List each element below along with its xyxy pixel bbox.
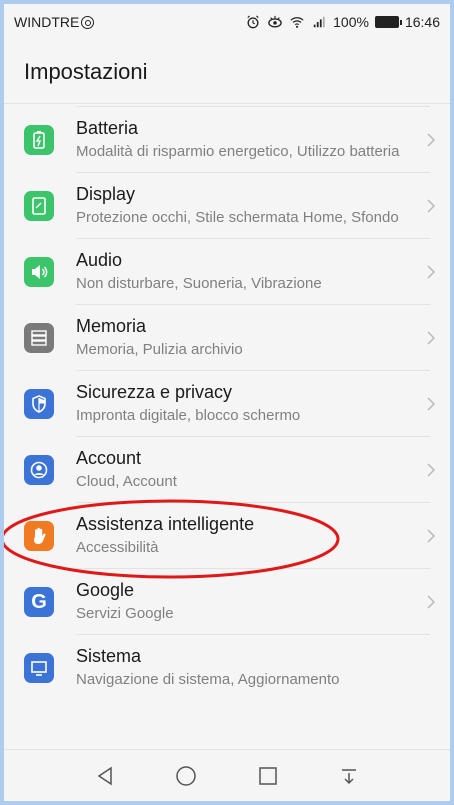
back-button[interactable] [91, 762, 119, 790]
chevron-right-icon [427, 331, 436, 345]
item-title: Google [76, 580, 135, 600]
alarm-icon [247, 15, 259, 29]
settings-item-google[interactable]: G Google Servizi Google [4, 569, 450, 635]
settings-item-memoria[interactable]: Memoria Memoria, Pulizia archivio [4, 305, 450, 371]
battery-icon [24, 125, 54, 155]
item-title: Audio [76, 250, 123, 270]
item-title: Assistenza intelligente [76, 514, 255, 534]
notification-shade-icon [342, 768, 357, 784]
page-title: Impostazioni [24, 58, 148, 84]
item-title: Account [76, 448, 142, 468]
settings-item-sicurezza[interactable]: Sicurezza e privacy Impronta digitale, b… [4, 371, 450, 437]
shield-icon [24, 389, 54, 419]
settings-item-audio[interactable]: Audio Non disturbare, Suoneria, Vibrazio… [4, 239, 450, 305]
item-subtitle: Accessibilità [76, 539, 159, 556]
recents-button[interactable] [254, 762, 282, 790]
chevron-right-icon [427, 133, 436, 147]
page-header: Impostazioni [4, 40, 450, 104]
item-subtitle: Protezione occhi, Stile schermata Home, … [76, 209, 399, 226]
google-icon: G [24, 587, 54, 617]
storage-icon [24, 323, 54, 353]
item-title: Display [76, 184, 136, 204]
speaker-icon [24, 257, 54, 287]
settings-list[interactable]: Batteria Modalità di risparmio energetic… [4, 106, 450, 700]
chevron-right-icon [427, 199, 436, 213]
chevron-right-icon [427, 397, 436, 411]
whatsapp-icon [81, 15, 95, 29]
home-button[interactable] [172, 762, 200, 790]
item-subtitle: Non disturbare, Suoneria, Vibrazione [76, 275, 322, 292]
settings-item-batteria[interactable]: Batteria Modalità di risparmio energetic… [4, 107, 450, 173]
item-title: Memoria [76, 316, 147, 336]
settings-item-account[interactable]: Account Cloud, Account [4, 437, 450, 503]
display-icon [24, 191, 54, 221]
chevron-right-icon [427, 529, 436, 543]
item-title: Sicurezza e privacy [76, 382, 233, 402]
item-title: Sistema [76, 646, 142, 666]
system-icon [24, 652, 54, 683]
item-subtitle: Cloud, Account [76, 473, 177, 490]
item-subtitle: Impronta digitale, blocco schermo [76, 407, 301, 424]
clock: 16:46 [404, 14, 440, 30]
home-icon [176, 765, 196, 786]
account-icon [24, 455, 54, 485]
back-icon [97, 766, 112, 785]
item-subtitle: Servizi Google [76, 605, 174, 622]
item-subtitle: Memoria, Pulizia archivio [76, 341, 243, 358]
eye-comfort-icon [268, 15, 282, 28]
battery-percentage: 100% [333, 14, 369, 30]
settings-item-display[interactable]: Display Protezione occhi, Stile schermat… [4, 173, 450, 239]
wifi-icon [290, 17, 304, 28]
carrier-label: WINDTRE [14, 14, 80, 30]
phone-screen: WINDTRE 100% 16:46 Impostazioni Batteria… [4, 4, 450, 801]
battery-status-icon [374, 16, 402, 28]
item-subtitle: Navigazione di sistema, Aggiornamento [76, 671, 340, 688]
settings-item-assistenza[interactable]: Assistenza intelligente Accessibilità [4, 503, 450, 569]
recents-icon [259, 766, 277, 785]
chevron-right-icon [427, 595, 436, 609]
settings-item-sistema[interactable]: Sistema Navigazione di sistema, Aggiorna… [4, 635, 450, 700]
notification-shade-button[interactable] [335, 762, 363, 790]
item-subtitle: Modalità di risparmio energetico, Utiliz… [76, 143, 400, 160]
hand-icon [24, 521, 54, 551]
item-title: Batteria [76, 118, 139, 138]
signal-icon [313, 16, 325, 28]
chevron-right-icon [427, 265, 436, 279]
navigation-bar [4, 749, 450, 801]
status-bar: WINDTRE 100% 16:46 [4, 4, 450, 40]
chevron-right-icon [427, 463, 436, 477]
